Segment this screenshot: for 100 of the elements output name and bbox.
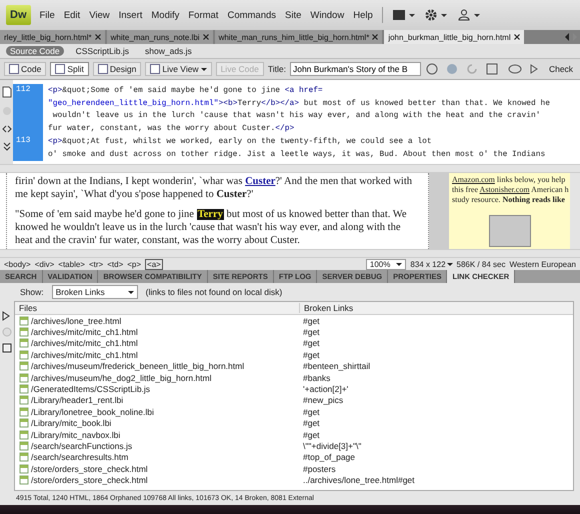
view-button[interactable]: Split	[50, 62, 89, 76]
menu-item[interactable]: Format	[188, 10, 218, 20]
menu-item[interactable]: Insert	[118, 10, 142, 20]
table-cell[interactable]: #new_pics	[299, 395, 344, 406]
tag-selector-item[interactable]: <div>	[34, 260, 54, 268]
file-icon	[19, 464, 29, 474]
table-cell[interactable]: #get	[299, 430, 320, 440]
vertical-scrollbar[interactable]	[570, 173, 580, 249]
menu-item[interactable]: Site	[285, 10, 302, 20]
menu-item[interactable]: View	[89, 10, 110, 20]
table-cell[interactable]: '+action[2]+'	[299, 384, 348, 394]
caret-icon[interactable]	[128, 290, 134, 294]
menu-item[interactable]: File	[40, 10, 55, 20]
save-icon[interactable]	[2, 343, 12, 353]
table-cell[interactable]: #get	[299, 350, 320, 360]
close-icon[interactable]	[514, 34, 520, 40]
horizontal-scrollbar[interactable]	[0, 164, 580, 173]
file-icon	[19, 406, 29, 417]
table-cell[interactable]: /archives/lone_tree.html	[31, 316, 122, 326]
close-icon[interactable]	[94, 34, 101, 40]
table-cell[interactable]: #banks	[299, 372, 330, 383]
caret-icon[interactable]	[200, 66, 207, 72]
file-icon	[19, 384, 29, 394]
table-cell[interactable]: #get	[299, 316, 320, 326]
code-tag-icon[interactable]	[2, 124, 12, 134]
table-cell[interactable]: #get	[299, 338, 320, 348]
tag-selector-item[interactable]: <tr>	[88, 260, 104, 268]
document-tab[interactable]: john_burkman_little_big_horn.html	[384, 30, 524, 44]
table-cell[interactable]: /search/searchresults.htm	[31, 452, 128, 462]
menu-item[interactable]: Edit	[64, 10, 80, 20]
table-cell[interactable]: #top_of_page	[299, 452, 355, 462]
document-tab[interactable]: rley_little_big_horn.html*	[0, 30, 105, 44]
view-button[interactable]: Code	[4, 62, 46, 76]
table-cell[interactable]: /store/orders_store_check.html	[31, 475, 148, 486]
live-view-button[interactable]: Live View	[145, 62, 212, 76]
close-icon[interactable]	[202, 34, 209, 40]
column-header[interactable]: Files	[15, 303, 300, 313]
related-file[interactable]: CSScriptLib.js	[72, 46, 134, 56]
zoom-select[interactable]: 100%	[366, 258, 406, 270]
table-cell[interactable]: /archives/mitc/mitc_ch1.html	[31, 338, 138, 348]
line-number: 113	[13, 135, 43, 148]
related-file[interactable]: Source Code	[6, 46, 64, 56]
table-cell[interactable]: #get	[299, 418, 320, 428]
layout-icon[interactable]	[392, 9, 416, 21]
check-button[interactable]: Check	[548, 64, 574, 74]
table-cell[interactable]: /archives/mitc/mitc_ch1.html	[31, 350, 138, 360]
file-icon	[19, 327, 29, 338]
menu-item[interactable]: Modify	[151, 10, 180, 20]
menu-item[interactable]: Window	[310, 10, 344, 20]
table-cell[interactable]: /archives/museum/he_dog2_little_big_horn.html	[31, 372, 212, 383]
line-number: 112	[13, 84, 43, 97]
title-field[interactable]: John Burkman's Story of the B	[290, 62, 421, 76]
play-icon[interactable]	[2, 311, 12, 321]
sidebar-text: study resource. Nothing reads like	[452, 195, 566, 205]
file-icon	[19, 430, 29, 440]
table-cell[interactable]: #posters	[299, 464, 336, 474]
table-cell[interactable]: \""+divide[3]+"\"	[299, 440, 362, 451]
related-file[interactable]: show_ads.js	[141, 46, 196, 56]
table-cell[interactable]: /Library/header1_rent.lbi	[31, 395, 124, 406]
line-number	[13, 148, 43, 161]
table-cell[interactable]: /archives/mitc/mitc_ch1.html	[31, 327, 138, 338]
file-icon	[19, 350, 29, 360]
app-logo[interactable]: Dw	[6, 5, 30, 25]
column-header[interactable]: Broken Links	[300, 303, 354, 313]
table-cell[interactable]: /archives/museum/frederick_beneen_little_big_horn.html	[31, 361, 244, 372]
caret-icon[interactable]	[396, 262, 402, 266]
table-cell[interactable]: /search/searchFunctions.js	[31, 440, 132, 451]
tag-selector-item[interactable]: <a>	[145, 258, 163, 270]
close-icon[interactable]	[372, 34, 378, 40]
paragraph: firin' down at the Indians, I kept wonderin', `whar was Custer?' And the men that worked with me kept sayin', `What d'you s'pose happened to Custer?'	[15, 175, 414, 201]
show-label: Show:	[20, 287, 44, 297]
table-cell[interactable]: #benteen_shirttail	[299, 361, 370, 372]
table-cell[interactable]: /GeneratedItems/CSScriptLib.js	[31, 384, 150, 394]
document-tab[interactable]: white_man_runs_him_little_big_horn.html*	[214, 30, 382, 44]
tag-selector-item[interactable]: <td>	[107, 260, 124, 268]
user-icon[interactable]	[458, 9, 482, 21]
horizontal-scrollbar[interactable]	[0, 249, 580, 258]
table-cell[interactable]: /Library/mitc_book.lbi	[31, 418, 112, 428]
table-cell[interactable]: #get	[299, 327, 320, 338]
tab-scroll-icon[interactable]	[565, 33, 577, 41]
tag-selector-item[interactable]: <body>	[4, 260, 31, 268]
tag-selector-item[interactable]: <p>	[127, 260, 142, 268]
file-icon	[19, 395, 29, 406]
show-dropdown[interactable]: Broken Links	[52, 285, 138, 299]
window-size[interactable]: 834 x 122	[410, 260, 453, 268]
table-cell[interactable]: ../archives/lone_tree.html#get	[299, 475, 415, 486]
menu-item[interactable]: Help	[353, 10, 373, 20]
table-cell[interactable]: /Library/lonetree_book_noline.lbi	[31, 406, 154, 417]
document-tab[interactable]: white_man_runs_note.lbi	[106, 30, 213, 44]
menu-item[interactable]: Commands	[227, 10, 276, 20]
table-cell[interactable]: /store/orders_store_check.html	[31, 464, 148, 474]
tag-selector-item[interactable]: <table>	[58, 260, 85, 268]
expand-icon[interactable]	[2, 142, 12, 152]
view-button[interactable]: Design	[92, 62, 142, 76]
file-icon	[19, 440, 29, 451]
caret-icon[interactable]	[446, 262, 453, 266]
gear-icon[interactable]	[424, 9, 449, 21]
file-icon	[19, 452, 29, 462]
table-cell[interactable]: /Library/mitc_navbox.lbi	[31, 430, 120, 440]
table-cell[interactable]: #get	[299, 406, 320, 417]
